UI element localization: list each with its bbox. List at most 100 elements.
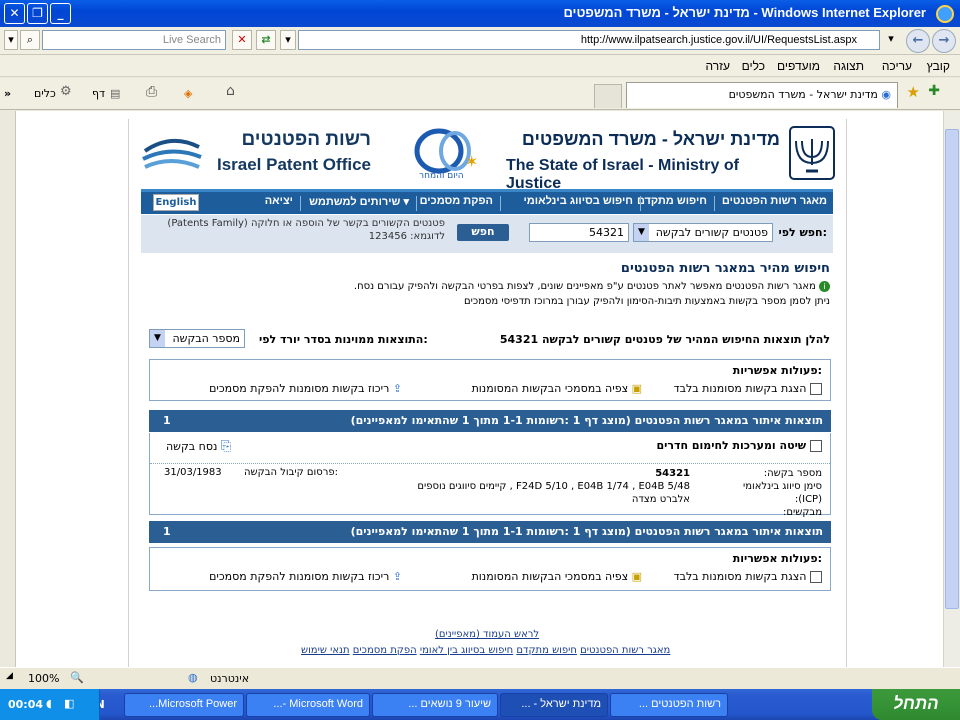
- footer-link-advanced[interactable]: חיפוש מתקדם: [516, 645, 577, 656]
- search-type-select[interactable]: פטנטים קשורים לבקשה ▼: [633, 223, 773, 242]
- options-title: פעולות אפשריות:: [732, 552, 822, 565]
- gather-docs-label[interactable]: ריכוז בקשות מסומנות להפקת מסמכים: [209, 382, 389, 395]
- tray-network-icon[interactable]: ◧: [64, 697, 74, 710]
- view-docs-option[interactable]: צפיה במסמכי הבקשות המסומנות ▣: [472, 570, 642, 583]
- nav-advanced-search[interactable]: חיפוש מתקדם: [637, 195, 707, 207]
- address-bar: ▾ ⌕ Live Search ✕ ⇄ ▾ http://www.ilpatse…: [0, 27, 960, 55]
- gather-docs-option[interactable]: ריכוז בקשות מסומנות להפקת מסמכים ⇪: [209, 382, 402, 395]
- options-box: פעולות אפשריות: הצגת בקשות מסומנות בלבד …: [149, 359, 831, 401]
- search-hint-line1: פטנטים הקשורים בקשר של הוספה או חלוקה (P…: [167, 218, 445, 229]
- taskbar-btn-patent-office[interactable]: רשות הפטנטים ...: [610, 693, 728, 717]
- menu-file[interactable]: קובץ: [927, 59, 950, 73]
- gear-icon[interactable]: ⚙: [60, 84, 72, 99]
- ipo-english-name: Israel Patent Office: [216, 155, 371, 174]
- quick-search-info: i מאגר רשות הפטנטים מאפשר לאתר פטנטים ע"…: [350, 281, 830, 307]
- moj-hebrew-name: מדינת ישראל - משרד המשפטים: [521, 129, 780, 149]
- start-button[interactable]: התחל: [872, 689, 960, 720]
- rss-icon[interactable]: ◈: [184, 87, 192, 100]
- menu-edit[interactable]: עריכה: [882, 59, 912, 73]
- menu-favorites[interactable]: מועדפים: [777, 59, 820, 73]
- ipo-swirl-icon: [142, 139, 202, 169]
- resize-grip-icon[interactable]: ◢: [6, 671, 13, 681]
- start-label: התחל: [893, 694, 939, 713]
- show-marked-option[interactable]: הצגת בקשות מסומנות בלבד: [674, 570, 822, 583]
- search-icon[interactable]: ⌕: [20, 30, 40, 50]
- results-bar-text: תוצאות איתור במאגר רשות הפטנטים (מוצג דף…: [350, 525, 823, 538]
- maximize-button[interactable]: ❐: [27, 3, 48, 24]
- menu-help[interactable]: עזרה: [705, 59, 730, 73]
- address-dropdown-icon[interactable]: ▾: [280, 30, 296, 50]
- nav-patent-db[interactable]: מאגר רשות הפטנטים: [722, 195, 827, 207]
- chevron-down-icon[interactable]: ▼: [634, 224, 649, 241]
- footer-link-patent-db[interactable]: מאגר רשות הפטנטים: [580, 645, 670, 656]
- forward-icon[interactable]: →: [932, 29, 956, 53]
- view-docs-option[interactable]: צפיה במסמכי הבקשות המסומנות ▣: [472, 382, 642, 395]
- print-icon[interactable]: ⎙: [146, 84, 157, 100]
- zoom-level[interactable]: 100%: [28, 672, 59, 685]
- nav-user-services[interactable]: שירותים למשתמש ▾: [309, 195, 409, 208]
- history-dropdown-icon[interactable]: ▾: [884, 30, 898, 50]
- english-button[interactable]: English: [153, 194, 199, 211]
- search-hint-line2: לדוגמא: 123456: [368, 231, 445, 242]
- nesach-link[interactable]: נסח בקשה ⎘: [166, 439, 231, 454]
- scrollbar[interactable]: [943, 111, 960, 667]
- collect-icon: ⇪: [392, 382, 402, 395]
- taskbar-btn-word[interactable]: Microsoft Word -...: [246, 693, 370, 717]
- search-button[interactable]: חפש: [457, 224, 509, 241]
- sort-select[interactable]: מספר הבקשה ▼: [149, 329, 245, 348]
- show-marked-option[interactable]: הצגת בקשות מסומנות בלבד: [674, 382, 822, 395]
- back-icon[interactable]: ←: [906, 29, 930, 53]
- nesach-label[interactable]: נסח בקשה: [166, 440, 217, 453]
- nav-exit[interactable]: יציאה: [265, 195, 293, 207]
- address-field[interactable]: http://www.ilpatsearch.justice.gov.il/UI…: [298, 30, 880, 50]
- clock: 00:04: [8, 698, 44, 711]
- results-header-number: 54321: [499, 333, 539, 346]
- moj-english-name: The State of Israel - Ministry of Justic…: [506, 157, 739, 192]
- document-search-icon[interactable]: ⎘: [221, 439, 231, 454]
- nav-doc-production[interactable]: הפקת מסמכים: [420, 195, 493, 207]
- page-icon[interactable]: ▤: [110, 87, 120, 100]
- record-title-row[interactable]: שיטה ומערכות לחימום חדרים: [656, 439, 822, 452]
- show-marked-checkbox[interactable]: [810, 383, 822, 395]
- chevron-down-icon[interactable]: ▼: [150, 330, 165, 347]
- view-docs-label[interactable]: צפיה במסמכי הבקשות המסומנות: [472, 382, 629, 395]
- footer-link-intl[interactable]: חיפוש בסיווג בין לאומי: [420, 645, 513, 656]
- tray-speaker-icon[interactable]: ◖: [46, 697, 52, 710]
- minimize-button[interactable]: _: [50, 3, 71, 24]
- show-marked-checkbox[interactable]: [810, 571, 822, 583]
- stop-icon[interactable]: ✕: [232, 30, 252, 50]
- toolbar-more[interactable]: »: [4, 87, 11, 100]
- tools-button[interactable]: כלים: [34, 87, 56, 100]
- results-bar-page[interactable]: 1: [163, 525, 171, 538]
- zoom-icon[interactable]: 🔍: [70, 671, 84, 684]
- view-docs-label[interactable]: צפיה במסמכי הבקשות המסומנות: [472, 570, 629, 583]
- footer-link-terms[interactable]: תנאי שימוש: [301, 645, 350, 656]
- results-bar-page[interactable]: 1: [163, 414, 171, 427]
- anniversary-caption: היום והמחר: [419, 171, 464, 181]
- favorites-star-icon[interactable]: ★: [907, 83, 920, 101]
- pub-date: 31/03/1983: [164, 467, 222, 478]
- gather-docs-option[interactable]: ריכוז בקשות מסומנות להפקת מסמכים ⇪: [209, 570, 402, 583]
- applicants-label: מבקשים:: [783, 507, 822, 518]
- menu-tools[interactable]: כלים: [742, 59, 765, 73]
- close-button[interactable]: ✕: [4, 3, 25, 24]
- tab-active[interactable]: ◉ מדינת ישראל - משרד המשפטים: [626, 82, 898, 108]
- taskbar-btn-lesson[interactable]: שיעור 9 נושאים ...: [372, 693, 498, 717]
- new-tab-button[interactable]: [594, 84, 622, 108]
- page-button[interactable]: דף: [92, 87, 105, 100]
- refresh-icon[interactable]: ⇄: [256, 30, 276, 50]
- gather-docs-label[interactable]: ריכוז בקשות מסומנות להפקת מסמכים: [209, 570, 389, 583]
- back-to-top-link[interactable]: לראש העמוד (מאפיינים): [435, 629, 539, 640]
- search-options-icon[interactable]: ▾: [4, 30, 18, 50]
- search-input[interactable]: 54321: [529, 223, 629, 242]
- nav-intl-class-search[interactable]: חיפוש בסיווג בינלאומי: [523, 195, 633, 207]
- taskbar-btn-moj[interactable]: מדינת ישראל - ...: [500, 693, 608, 717]
- home-icon[interactable]: ⌂: [226, 83, 235, 99]
- scrollbar-thumb[interactable]: [945, 129, 959, 609]
- footer-link-docs[interactable]: הפקת מסמכים: [353, 645, 417, 656]
- live-search-input[interactable]: Live Search: [42, 30, 226, 50]
- menu-view[interactable]: תצוגה: [833, 59, 864, 73]
- add-favorite-icon[interactable]: ✚: [928, 83, 940, 99]
- taskbar-btn-powerpoint[interactable]: Microsoft Power...: [124, 693, 244, 717]
- record-checkbox[interactable]: [810, 440, 822, 452]
